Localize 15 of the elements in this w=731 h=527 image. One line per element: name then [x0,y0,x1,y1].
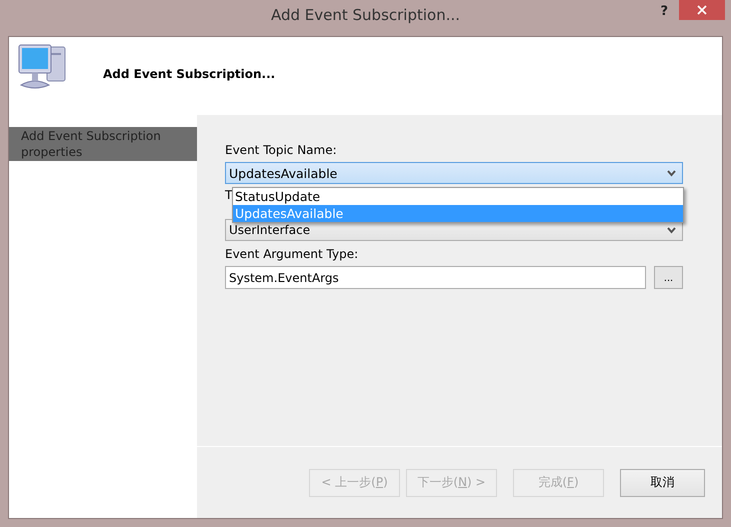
page-heading: Add Event Subscription... [103,67,276,81]
chevron-down-icon [667,170,676,176]
dropdown-option[interactable]: StatusUpdate [233,188,683,205]
field-label: Event Argument Type: [225,247,360,261]
field-label: Event Topic Name: [225,143,338,157]
help-button[interactable]: ? [660,4,668,19]
wizard-button[interactable]: 取消 [620,468,705,496]
topic-dropdown[interactable]: UpdatesAvailable [225,162,683,184]
browse-button[interactable]: ... [654,266,683,289]
argument-type-field[interactable]: System.EventArgs [225,266,646,289]
close-button[interactable] [679,0,725,20]
window-title: Add Event Subscription... [270,6,460,24]
field-label: T [225,188,232,202]
chevron-down-icon [667,226,676,234]
close-icon [697,5,707,15]
